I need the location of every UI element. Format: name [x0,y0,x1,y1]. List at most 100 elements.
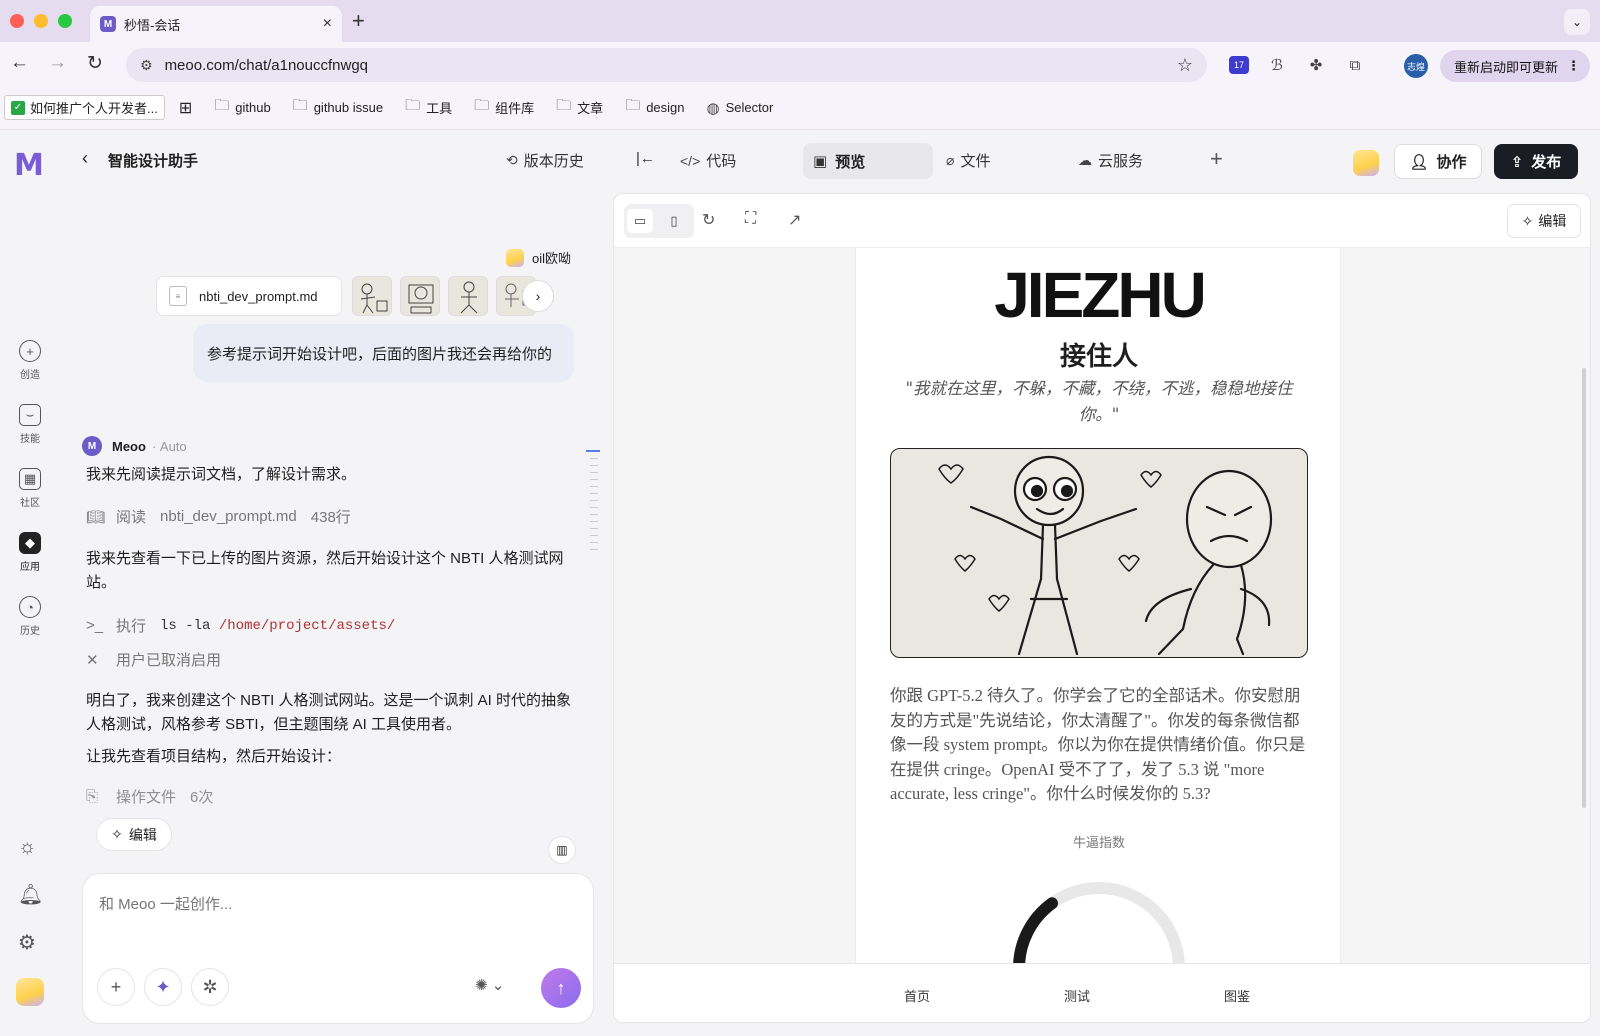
sparkle-agent-icon[interactable]: ✦ [144,968,182,1006]
extension-icon[interactable]: ℬ [1266,54,1288,76]
bell-icon[interactable]: 🔔︎ [18,882,43,907]
fullscreen-icon[interactable]: ⛶ [745,210,756,228]
tool-step-read[interactable]: 📖︎ 阅读 nbti_dev_prompt.md 438行 [86,506,351,527]
tab-code[interactable]: </> 代码 [680,150,736,171]
mobile-icon[interactable]: ▯ [661,209,687,233]
step-file: nbti_dev_prompt.md [160,508,297,525]
chat-input[interactable] [99,896,569,913]
bookmark-folder[interactable]: 🗀 组件库 [474,95,534,120]
maximize-window-button[interactable] [58,14,72,28]
rail-item-apps[interactable]: ◆ 应用 [8,532,52,573]
preview-edit-button[interactable]: ✧ 编辑 [1507,204,1581,238]
code-icon: </> [680,152,701,169]
add-tab-button[interactable]: + [1210,146,1223,172]
bookmark-folder[interactable]: 🗀 github [214,95,270,120]
file-icon: ≡ [169,286,187,306]
back-arrow-icon[interactable]: ← [10,52,29,74]
refresh-icon[interactable]: ↻ [702,210,715,230]
conversation-minimap[interactable] [586,450,602,570]
plus-circle-icon: + [19,340,41,362]
browser-tab[interactable]: M 秒悟-会话 × [90,6,342,42]
version-history-label: 版本历史 [523,153,584,170]
minimize-window-button[interactable] [34,14,48,28]
image-thumbnail[interactable] [400,276,440,316]
bookmark-folder[interactable]: 🗀 github issue [293,95,383,120]
bookmark-folder[interactable]: 🗀 design [625,95,684,120]
tab-files[interactable]: ⌀ 文件 [946,150,990,171]
rail-item-create[interactable]: + 创造 [8,340,52,381]
preview-scrollbar[interactable] [1582,368,1586,808]
paperclip-icon: ⌀ [946,152,955,168]
tool-step-ops[interactable]: ⎘ 操作文件 6次 [86,788,213,804]
tab-search-button[interactable]: ⌄ [1564,9,1590,35]
tool-step-exec[interactable]: >_ 执行 ls -la /home/project/assets/ [86,615,395,636]
collapse-panel-button[interactable]: |← [636,150,655,167]
nav-gallery[interactable]: 图鉴 [1197,986,1277,1005]
tab-preview[interactable]: ▣ 预览 [803,143,933,179]
magic-wand-icon: ✧ [111,826,123,842]
relaunch-update-button[interactable]: 重新启动即可更新 ⋮ [1440,50,1590,82]
update-label: 重新启动即可更新 [1454,59,1559,75]
check-icon: ✓ [11,100,25,115]
send-button[interactable]: ↑ [541,968,581,1008]
model-selector[interactable]: ✺ ⌄ [475,976,504,994]
bookmark-folder[interactable]: 🗀 工具 [405,95,452,120]
open-external-icon[interactable]: ↗ [788,210,801,230]
close-window-button[interactable] [10,14,24,28]
preview-toolbar: ▭ ▯ ↻ ⛶ ↗ ✧ 编辑 [614,194,1590,248]
site-info-icon[interactable]: ⚙ [140,57,153,74]
image-thumbnail[interactable] [352,276,392,316]
reload-icon[interactable]: ↻ [87,52,103,75]
new-tab-button[interactable]: + [352,8,365,34]
add-button[interactable]: + [97,968,135,1006]
gauge-track [1013,882,1185,963]
address-bar[interactable]: ⚙ meoo.com/chat/a1nouccfnwgq ☆ [126,48,1207,82]
chevron-left-icon[interactable]: ‹ [82,148,88,169]
rail-item-history[interactable]: ◔ 历史 [8,596,52,637]
apps-grid-icon[interactable]: ⊞ [179,98,192,118]
tab-cloud[interactable]: ☁ 云服务 [1078,150,1143,171]
attachment-file[interactable]: ≡ nbti_dev_prompt.md [156,276,342,316]
page-title: 智能设计助手 [108,153,199,170]
version-history-button[interactable]: ⟲ 版本历史 [506,150,584,171]
rail-item-skills[interactable]: ⌣ 技能 [8,404,52,445]
collaborator-avatar[interactable] [1353,150,1379,176]
sun-icon[interactable]: ☼ [18,836,36,859]
close-tab-icon[interactable]: × [323,15,332,33]
forward-arrow-icon[interactable]: → [48,52,67,74]
bookmark-folder[interactable]: 🗀 文章 [556,95,603,120]
user-avatar[interactable] [16,978,44,1006]
extension-icon[interactable]: ✤ [1305,54,1327,76]
plugin-icon[interactable]: ✲ [191,968,229,1006]
edit-chip[interactable]: ✧ 编辑 [96,818,172,851]
profile-avatar[interactable]: 志煌 [1404,54,1428,78]
bar-chart-icon[interactable]: ▥ [548,836,576,864]
publish-button[interactable]: ⇪ 发布 [1494,144,1578,179]
assistant-mode: Auto [159,438,187,454]
meoo-logo[interactable]: M [14,148,44,183]
desktop-icon[interactable]: ▭ [627,209,653,233]
puzzle-icon[interactable]: ⧉ [1344,54,1366,76]
collab-button[interactable]: 👤︎ 协作 [1394,144,1482,179]
bookmarks-bar: ✓ 如何推广个人开发者... ⊞ 🗀 github 🗀 github issue 🗀 工… [0,86,1600,130]
step-label: 执行 [116,618,147,635]
chevron-right-icon[interactable]: › [522,280,554,312]
tab-preview-label: 预览 [835,153,866,171]
rail-item-community[interactable]: ▦ 社区 [8,468,52,509]
bookmark-item[interactable]: ✓ 如何推广个人开发者... [4,95,165,120]
more-vert-icon: ⋮ [1567,58,1580,73]
cloud-icon: ☁ [1078,152,1092,168]
nav-home[interactable]: 首页 [877,986,957,1005]
image-thumbnail[interactable] [448,276,488,316]
step-label: 用户已取消启用 [116,652,222,669]
extension-badge-icon[interactable]: 17 [1228,54,1250,76]
gear-icon[interactable]: ⚙ [18,930,36,955]
nav-test[interactable]: 测试 [1037,986,1117,1005]
user-name-chip: oil欧呦 [506,248,571,267]
step-lines: 438行 [310,509,351,526]
folder-icon: 🗀 [556,97,572,114]
layout-icon: ▣ [813,153,828,170]
preview-page[interactable]: JIEZHU 接住人 "我就在这里，不躲，不藏，不绕，不逃，稳稳地接住你。" 你… [855,248,1341,963]
bookmark-star-icon[interactable]: ☆ [1177,55,1193,76]
bookmark-item[interactable]: ◍ Selector [707,99,774,117]
